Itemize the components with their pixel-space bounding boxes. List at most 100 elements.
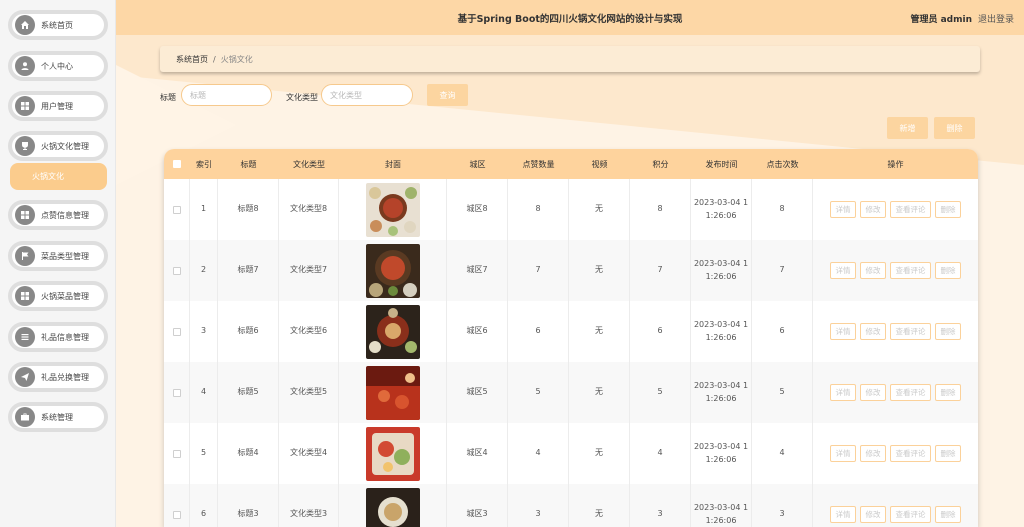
sidebar-item-system-management[interactable]: 系统管理 <box>8 402 108 432</box>
cell-time: 2023-03-04 1 1:26:06 <box>691 179 752 240</box>
cover-image[interactable] <box>365 426 420 481</box>
row-select-cell <box>164 362 190 423</box>
query-button[interactable]: 查询 <box>427 84 468 106</box>
type-search-input[interactable]: 文化类型 <box>321 84 413 106</box>
cell-index: 5 <box>190 423 218 484</box>
edit-button[interactable]: 修改 <box>860 262 886 279</box>
edit-button[interactable]: 修改 <box>860 201 886 218</box>
row-checkbox[interactable] <box>172 510 181 519</box>
edit-button[interactable]: 修改 <box>860 445 886 462</box>
detail-button[interactable]: 详情 <box>830 384 856 401</box>
cell-cover <box>339 423 447 484</box>
view-comments-button[interactable]: 查看评论 <box>890 323 931 340</box>
sidebar-item-label: 系统管理 <box>41 412 73 422</box>
sidebar-item-home[interactable]: 系统首页 <box>8 10 108 40</box>
cover-image[interactable] <box>365 487 420 527</box>
cover-image[interactable] <box>365 365 420 420</box>
sidebar-item-label: 火锅文化管理 <box>41 141 89 151</box>
view-comments-button[interactable]: 查看评论 <box>890 445 931 462</box>
cell-clicks: 4 <box>752 423 813 484</box>
detail-button[interactable]: 详情 <box>830 201 856 218</box>
sidebar-item-hotpot-culture-management[interactable]: 火锅文化管理 <box>8 131 108 161</box>
edit-button[interactable]: 修改 <box>860 384 886 401</box>
column-header: 视频 <box>591 159 608 169</box>
cell-time: 2023-03-04 1 1:26:06 <box>691 301 752 362</box>
breadcrumb-current: 火锅文化 <box>220 54 253 64</box>
view-comments-button[interactable]: 查看评论 <box>890 506 931 523</box>
sidebar-item-gift-info-management[interactable]: 礼品信息管理 <box>8 322 108 352</box>
logout-link[interactable]: 退出登录 <box>978 12 1014 25</box>
send-icon <box>15 367 35 387</box>
sidebar-item-label: 火锅菜品管理 <box>41 291 89 301</box>
table-row: 4 标题5 文化类型5 城区5 5 无 5 2023-03-04 1 1:26:0… <box>164 362 978 423</box>
cover-image[interactable] <box>365 304 420 359</box>
table-row: 3 标题6 文化类型6 城区6 6 无 6 2023-03-04 1 1:26:0… <box>164 301 978 362</box>
column-header: 文化类型 <box>293 159 325 169</box>
column-header: 点赞数量 <box>522 159 555 169</box>
edit-button[interactable]: 修改 <box>860 506 886 523</box>
time-line-2: 1:26:06 <box>705 454 737 464</box>
delete-button[interactable]: 删除 <box>935 445 961 462</box>
time-line-1: 2023-03-04 1 <box>693 380 749 390</box>
sidebar-item-user-management[interactable]: 用户管理 <box>8 91 108 121</box>
sidebar-item-hotpot-dish-management[interactable]: 火锅菜品管理 <box>8 281 108 311</box>
detail-button[interactable]: 详情 <box>830 506 856 523</box>
user-icon <box>15 56 35 76</box>
view-comments-button[interactable]: 查看评论 <box>890 262 931 279</box>
row-checkbox[interactable] <box>172 327 181 336</box>
delete-button[interactable]: 删除 <box>935 201 961 218</box>
cell-likes: 4 <box>508 423 569 484</box>
detail-button[interactable]: 详情 <box>830 323 856 340</box>
cell-clicks: 6 <box>752 301 813 362</box>
cell-index: 4 <box>190 362 218 423</box>
title-search-input[interactable]: 标题 <box>181 84 272 106</box>
cell-points: 6 <box>630 301 691 362</box>
cell-video: 无 <box>569 240 630 301</box>
column-header: 积分 <box>652 159 669 169</box>
detail-button[interactable]: 详情 <box>830 445 856 462</box>
view-comments-button[interactable]: 查看评论 <box>890 384 931 401</box>
delete-button[interactable]: 删除 <box>935 384 961 401</box>
row-select-cell <box>164 301 190 362</box>
sidebar-item-gift-exchange-management[interactable]: 礼品兑换管理 <box>8 362 108 392</box>
cell-type: 文化类型7 <box>279 240 339 301</box>
row-checkbox[interactable] <box>172 388 181 397</box>
select-all-checkbox[interactable] <box>173 160 181 168</box>
sidebar-subitem-hotpot-culture[interactable]: 火锅文化 <box>10 163 107 190</box>
cell-type: 文化类型3 <box>279 484 339 527</box>
sidebar: 系统首页 个人中心 用户管理 火锅文化管理 火锅文化 点赞信息管理 菜品类型管理… <box>0 0 116 527</box>
delete-button[interactable]: 删除 <box>935 506 961 523</box>
cell-points: 5 <box>630 362 691 423</box>
add-button[interactable]: 新增 <box>887 117 928 139</box>
sidebar-item-dish-type-management[interactable]: 菜品类型管理 <box>8 241 108 271</box>
row-select-cell <box>164 240 190 301</box>
row-checkbox[interactable] <box>172 449 181 458</box>
sidebar-item-label: 礼品兑换管理 <box>41 372 89 382</box>
time-line-1: 2023-03-04 1 <box>693 441 749 451</box>
row-checkbox[interactable] <box>172 205 181 214</box>
cell-video: 无 <box>569 484 630 527</box>
batch-delete-button[interactable]: 删除 <box>934 117 975 139</box>
delete-button[interactable]: 删除 <box>935 262 961 279</box>
detail-button[interactable]: 详情 <box>830 262 856 279</box>
sidebar-item-personal-center[interactable]: 个人中心 <box>8 51 108 81</box>
sidebar-item-label: 点赞信息管理 <box>41 210 89 220</box>
cell-time: 2023-03-04 1 1:26:06 <box>691 362 752 423</box>
cell-likes: 7 <box>508 240 569 301</box>
cell-cover <box>339 301 447 362</box>
row-checkbox[interactable] <box>172 266 181 275</box>
cell-likes: 3 <box>508 484 569 527</box>
cell-video: 无 <box>569 362 630 423</box>
cover-image[interactable] <box>365 243 420 298</box>
cup-icon <box>15 136 35 156</box>
cell-index: 6 <box>190 484 218 527</box>
delete-button[interactable]: 删除 <box>935 323 961 340</box>
main-content: 系统首页 / 火锅文化 标题 标题 文化类型 文化类型 查询 新增 删除 索引 … <box>116 35 1024 527</box>
view-comments-button[interactable]: 查看评论 <box>890 201 931 218</box>
breadcrumb-home[interactable]: 系统首页 <box>176 54 208 65</box>
edit-button[interactable]: 修改 <box>860 323 886 340</box>
cover-image[interactable] <box>365 182 420 237</box>
grid-icon <box>15 205 35 225</box>
sidebar-item-like-management[interactable]: 点赞信息管理 <box>8 200 108 230</box>
time-line-1: 2023-03-04 1 <box>693 502 749 512</box>
